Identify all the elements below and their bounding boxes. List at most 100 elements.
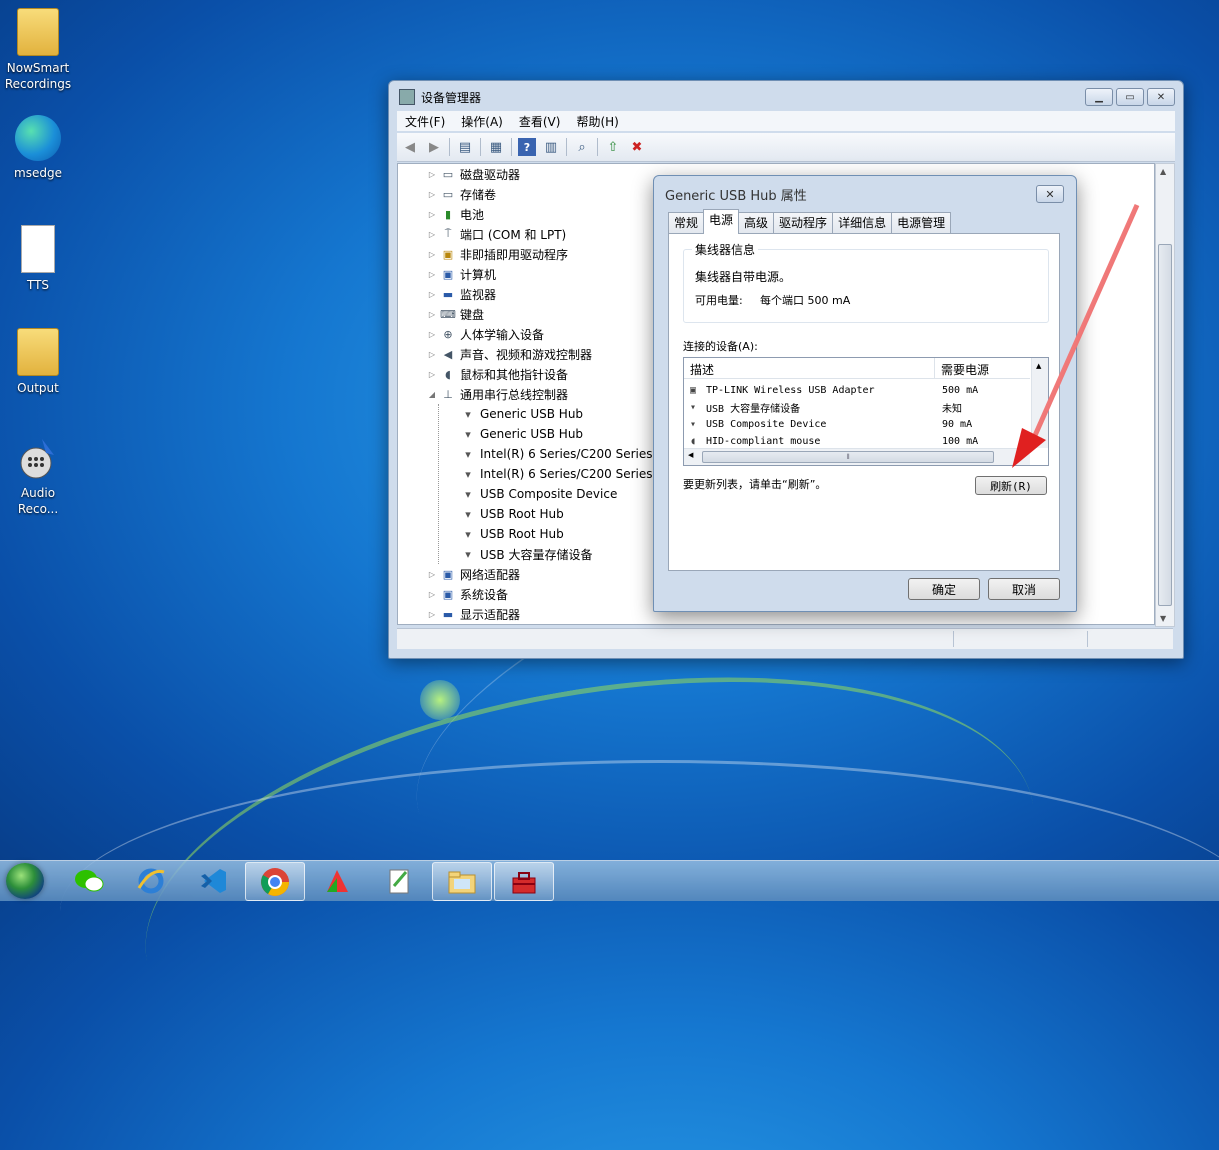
column-description[interactable]: 描述 (690, 361, 714, 378)
tree-node-hid[interactable]: ▷ ⊕ 人体学输入设备 (428, 324, 544, 344)
list-horizontal-scrollbar[interactable]: ◀ ⦀ ▶ (684, 448, 1030, 465)
expand-icon[interactable]: ▷ (428, 190, 436, 199)
scroll-down-icon[interactable]: ▼ (1160, 614, 1166, 623)
tree-child-usb-device[interactable]: ▾ Intel(R) 6 Series/C200 Series C (460, 464, 664, 484)
toolbox-icon[interactable] (494, 862, 554, 901)
menu-view[interactable]: 查看(V) (511, 113, 569, 130)
properties-icon[interactable]: ▦ (487, 138, 505, 156)
list-item[interactable]: ▾ USB Composite Device 90 mA (686, 416, 1030, 433)
ok-button[interactable]: 确定 (908, 578, 980, 600)
expand-icon[interactable]: ▷ (428, 350, 436, 359)
device-power: 90 mA (942, 419, 973, 430)
list-item[interactable]: ▾ USB 大容量存储设备 未知 (686, 399, 1030, 416)
notepad-icon[interactable] (370, 862, 428, 899)
tree-node-usb-controllers[interactable]: ◢ ⊥ 通用串行总线控制器 (428, 384, 568, 404)
usb-plug-icon: ▾ (689, 419, 697, 430)
expand-icon[interactable]: ▷ (428, 590, 436, 599)
tree-node-label: 非即插即用驱动程序 (460, 247, 569, 262)
maximize-button[interactable]: ▭ (1116, 88, 1144, 106)
menu-help[interactable]: 帮助(H) (568, 113, 626, 130)
menu-file[interactable]: 文件(F) (397, 113, 453, 130)
connected-devices-list[interactable]: 描述 需要电源 ▣ TP-LINK Wireless USB Adapter 500… (683, 357, 1049, 466)
tree-node-sound[interactable]: ▷ ◀ 声音、视频和游戏控制器 (428, 344, 592, 364)
tree-child-usb-device[interactable]: ▾ USB 大容量存储设备 (460, 544, 592, 564)
tab-power-management[interactable]: 电源管理 (891, 212, 952, 234)
tree-node-system[interactable]: ▷ ▣ 系统设备 (428, 584, 508, 604)
expand-icon[interactable]: ▷ (428, 250, 436, 259)
tree-node-network[interactable]: ▷ ▣ 网络适配器 (428, 564, 520, 584)
uninstall-icon[interactable]: ✖ (628, 138, 646, 156)
wallpaper-swoosh (60, 760, 1219, 1063)
expand-icon[interactable]: ▷ (428, 370, 436, 379)
tree-node-nonpnp[interactable]: ▷ ▣ 非即插即用驱动程序 (428, 244, 568, 264)
tree-child-usb-device[interactable]: ▾ USB Composite Device (460, 484, 617, 504)
ie-icon[interactable] (122, 862, 180, 899)
expand-icon[interactable]: ▷ (428, 170, 436, 179)
expand-icon[interactable]: ▷ (428, 310, 436, 319)
close-button[interactable]: ✕ (1147, 88, 1175, 106)
tab-details[interactable]: 详细信息 (832, 212, 893, 234)
explorer-icon[interactable] (432, 862, 492, 901)
column-power-required[interactable]: 需要电源 (941, 361, 989, 378)
collapse-icon[interactable]: ◢ (428, 390, 436, 399)
tree-node-ports[interactable]: ▷ ⍑ 端口 (COM 和 LPT) (428, 224, 566, 244)
expand-icon[interactable]: ▷ (428, 210, 436, 219)
tree-node-computer[interactable]: ▷ ▣ 计算机 (428, 264, 496, 284)
tree-scrollbar[interactable]: ▲ ▼ (1155, 163, 1175, 627)
forward-icon[interactable]: ▶ (425, 138, 443, 156)
cancel-button[interactable]: 取消 (988, 578, 1060, 600)
tree-node-label: USB Composite Device (480, 487, 618, 501)
expand-icon[interactable]: ▷ (428, 570, 436, 579)
help-icon[interactable]: ? (518, 138, 536, 156)
tree-node-disk[interactable]: ▷ ▭ 磁盘驱动器 (428, 164, 520, 184)
scroll-up-icon[interactable]: ▲ (1160, 167, 1166, 176)
window-titlebar[interactable]: 设备管理器 (399, 87, 481, 107)
tab-power[interactable]: 电源 (703, 209, 740, 234)
tree-node-mouse[interactable]: ▷ ◖ 鼠标和其他指针设备 (428, 364, 568, 384)
expand-icon[interactable]: ▷ (428, 330, 436, 339)
tree-node-display[interactable]: ▷ ▬ 显示适配器 (428, 604, 520, 624)
expand-icon[interactable]: ▷ (428, 230, 436, 239)
scroll-left-icon[interactable]: ◀ (688, 451, 693, 459)
chrome-icon[interactable] (245, 862, 305, 901)
tab-general[interactable]: 常规 (668, 212, 705, 234)
pdf-icon[interactable] (308, 862, 366, 899)
tree-child-usb-device[interactable]: ▾ Intel(R) 6 Series/C200 Series C (460, 444, 664, 464)
back-icon[interactable]: ◀ (401, 138, 419, 156)
expand-icon[interactable]: ▷ (428, 290, 436, 299)
menu-action[interactable]: 操作(A) (453, 113, 511, 130)
desktop-icon-tts[interactable]: TTS (0, 225, 76, 293)
scrollbar-thumb[interactable]: ⦀ (702, 451, 994, 463)
tree-child-usb-device[interactable]: ▾ USB Root Hub (460, 524, 563, 544)
tree-node-keyboard[interactable]: ▷ ⌨ 键盘 (428, 304, 484, 324)
tree-node-label: Generic USB Hub (480, 427, 584, 441)
start-button[interactable] (6, 863, 44, 899)
wechat-icon[interactable] (60, 862, 118, 899)
tab-advanced[interactable]: 高级 (738, 212, 775, 234)
tab-driver[interactable]: 驱动程序 (773, 212, 834, 234)
view-icon[interactable]: ▥ (542, 138, 560, 156)
desktop-icon-output[interactable]: Output (0, 328, 76, 396)
tree-node-monitor[interactable]: ▷ ▬ 监视器 (428, 284, 496, 304)
scan-icon[interactable]: ⌕ (573, 138, 591, 156)
tree-node-battery[interactable]: ▷ ▮ 电池 (428, 204, 484, 224)
expand-icon[interactable]: ▷ (428, 270, 436, 279)
desktop-icon-msedge[interactable]: msedge (0, 115, 76, 181)
tree-child-usb-device[interactable]: ▾ USB Root Hub (460, 504, 563, 524)
hub-info-group: 集线器信息 集线器自带电源。 可用电量: 每个端口 500 mA (683, 241, 1049, 323)
desktop-icon-nowsmart[interactable]: NowSmart Recordings (0, 8, 76, 92)
desktop-icon-audio-recorder[interactable]: Audio Reco... (0, 435, 76, 517)
minimize-button[interactable]: ▁ (1085, 88, 1113, 106)
vscode-icon[interactable] (184, 862, 242, 899)
wallpaper-glow (420, 680, 460, 720)
port-icon: ⍑ (444, 227, 452, 240)
device-description: USB 大容量存储设备 (706, 404, 801, 415)
expand-icon[interactable]: ▷ (428, 610, 436, 619)
list-item[interactable]: ▣ TP-LINK Wireless USB Adapter 500 mA (686, 382, 1030, 399)
show-hide-icon[interactable]: ▤ (456, 138, 474, 156)
tree-node-storage[interactable]: ▷ ▭ 存储卷 (428, 184, 496, 204)
update-driver-icon[interactable]: ⇧ (604, 138, 622, 156)
scrollbar-thumb[interactable] (1158, 244, 1172, 606)
tree-child-usb-device[interactable]: ▾ Generic USB Hub (460, 404, 583, 424)
tree-child-usb-device[interactable]: ▾ Generic USB Hub (460, 424, 583, 444)
